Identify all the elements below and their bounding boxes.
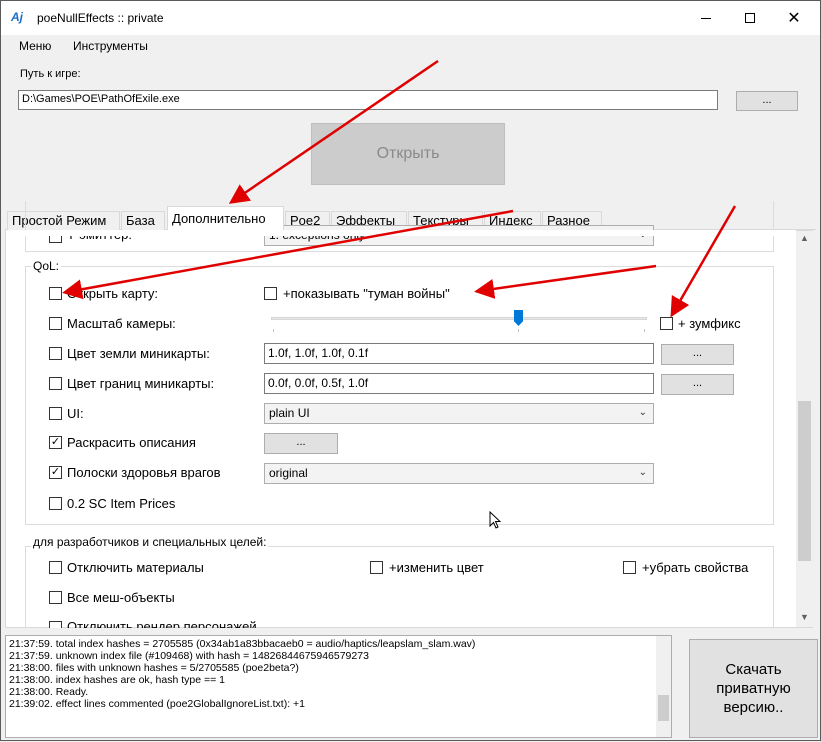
camera-zoom-checkbox[interactable]: [49, 317, 62, 330]
ui-combo[interactable]: plain UI ⌄: [264, 403, 654, 424]
app-icon: Aj: [11, 10, 23, 24]
minimap-ground-label: Цвет земли миникарты:: [67, 346, 210, 361]
dev-group-title: для разработчиков и специальных целей:: [31, 535, 269, 549]
open-map-label: Открыть карту:: [67, 286, 159, 301]
close-button[interactable]: ✕: [771, 1, 817, 35]
log-output[interactable]: 21:37:59. total index hashes = 2705585 (…: [5, 635, 672, 738]
minimize-icon: [701, 17, 711, 19]
minimap-ground-color-button[interactable]: ...: [661, 344, 734, 365]
partial-row: Отключить рендер персонажей: [6, 616, 796, 628]
sc-prices-label: 0.2 SC Item Prices: [67, 496, 176, 511]
log-line: 21:37:59. unknown index file (#109468) w…: [9, 650, 369, 662]
maximize-icon: [745, 13, 755, 23]
disable-materials-checkbox[interactable]: [49, 561, 62, 574]
remove-props-label: +убрать свойства: [642, 560, 749, 575]
minimap-border-color-input[interactable]: 0.0f, 0.0f, 0.5f, 1.0f: [264, 373, 654, 394]
open-button[interactable]: Открыть: [311, 123, 505, 185]
healthbars-checkbox[interactable]: ✓: [49, 466, 62, 479]
game-path-input[interactable]: D:\Games\POE\PathOfExile.exe: [18, 90, 718, 110]
colorize-checkbox[interactable]: ✓: [49, 436, 62, 449]
minimap-ground-checkbox[interactable]: [49, 347, 62, 360]
healthbars-label: Полоски здоровья врагов: [67, 465, 221, 480]
colorize-button[interactable]: ...: [264, 433, 338, 454]
camera-zoom-slider[interactable]: [271, 317, 647, 320]
scroll-thumb[interactable]: [798, 401, 811, 561]
minimap-border-color-button[interactable]: ...: [661, 374, 734, 395]
log-scroll-thumb[interactable]: [658, 695, 669, 721]
slider-tick: [273, 329, 274, 332]
sc-prices-checkbox[interactable]: [49, 497, 62, 510]
zoomfix-checkbox[interactable]: [660, 317, 673, 330]
tab-advanced[interactable]: Дополнительно: [167, 206, 284, 231]
remove-props-checkbox[interactable]: [623, 561, 636, 574]
healthbars-combo-value: original: [269, 466, 308, 480]
app-window: Aj poeNullEffects :: private ✕ Меню Инст…: [0, 0, 821, 741]
minimize-button[interactable]: [683, 1, 729, 35]
disable-materials-label: Отключить материалы: [67, 560, 204, 575]
menu-main[interactable]: Меню: [19, 39, 51, 53]
scroll-down-icon[interactable]: ▼: [796, 612, 813, 626]
close-icon: ✕: [787, 10, 801, 27]
scroll-up-icon[interactable]: ▲: [796, 233, 813, 247]
browse-button[interactable]: ...: [736, 91, 798, 111]
clip-strip-2: [6, 230, 796, 235]
slider-tick: [518, 329, 519, 332]
log-line: 21:38:00. Ready.: [9, 686, 89, 698]
fog-label: +показывать "туман войны": [283, 286, 450, 301]
log-line: 21:38:00. files with unknown hashes = 5/…: [9, 662, 299, 674]
colorize-label: Раскрасить описания: [67, 435, 196, 450]
partial-checkbox[interactable]: [49, 621, 62, 628]
change-color-label: +изменить цвет: [389, 560, 484, 575]
check-icon: ✓: [50, 466, 61, 478]
minimap-border-checkbox[interactable]: [49, 377, 62, 390]
ui-checkbox[interactable]: [49, 407, 62, 420]
download-private-label: Скачать приватную версию..: [716, 661, 791, 716]
slider-tick: [644, 329, 645, 332]
camera-zoom-label: Масштаб камеры:: [67, 316, 176, 331]
ui-label: UI:: [67, 406, 84, 421]
log-line: 21:39:02. effect lines commented (poe2Gl…: [9, 698, 306, 710]
all-meshes-checkbox[interactable]: [49, 591, 62, 604]
log-line: 21:38:00. index hashes are ok, hash type…: [9, 674, 225, 686]
window-title: poeNullEffects :: private: [37, 11, 164, 25]
menu-tools[interactable]: Инструменты: [73, 39, 148, 53]
maximize-button[interactable]: [727, 1, 773, 35]
chevron-down-icon: ⌄: [638, 407, 647, 418]
check-icon: ✓: [50, 436, 61, 448]
mouse-cursor-icon: [489, 511, 502, 529]
download-private-button[interactable]: Скачать приватную версию..: [689, 639, 818, 738]
open-map-checkbox[interactable]: [49, 287, 62, 300]
ui-combo-value: plain UI: [269, 406, 310, 420]
all-meshes-label: Все меш-объекты: [67, 590, 175, 605]
partial-label: Отключить рендер персонажей: [67, 619, 257, 628]
qol-group-title: QoL:: [31, 259, 62, 273]
minimap-border-label: Цвет границ миникарты:: [67, 376, 215, 391]
minimap-ground-color-input[interactable]: 1.0f, 1.0f, 1.0f, 0.1f: [264, 343, 654, 364]
chevron-down-icon: ⌄: [638, 467, 647, 478]
log-scrollbar[interactable]: [656, 636, 671, 737]
log-line: 21:37:59. total index hashes = 2705585 (…: [9, 638, 476, 650]
zoomfix-label: + зумфикс: [678, 316, 741, 331]
fog-checkbox[interactable]: [264, 287, 277, 300]
qol-group: [25, 266, 774, 525]
game-path-label: Путь к игре:: [20, 68, 81, 80]
healthbars-combo[interactable]: original ⌄: [264, 463, 654, 484]
change-color-checkbox[interactable]: [370, 561, 383, 574]
